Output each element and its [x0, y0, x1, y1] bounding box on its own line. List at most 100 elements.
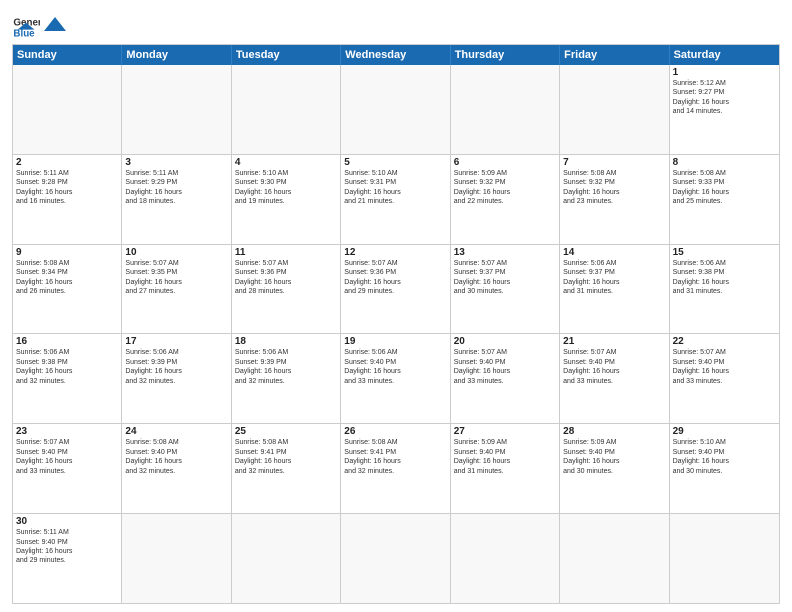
calendar-body: 1Sunrise: 5:12 AM Sunset: 9:27 PM Daylig… — [13, 65, 779, 603]
day-number: 13 — [454, 247, 556, 258]
logo: General Blue — [12, 10, 68, 38]
cal-cell-r1-c1: 3Sunrise: 5:11 AM Sunset: 9:29 PM Daylig… — [122, 155, 231, 244]
day-number: 12 — [344, 247, 446, 258]
day-info: Sunrise: 5:10 AM Sunset: 9:40 PM Dayligh… — [673, 438, 776, 476]
day-info: Sunrise: 5:07 AM Sunset: 9:40 PM Dayligh… — [454, 348, 556, 386]
calendar-row-5: 30Sunrise: 5:11 AM Sunset: 9:40 PM Dayli… — [13, 514, 779, 603]
day-info: Sunrise: 5:06 AM Sunset: 9:39 PM Dayligh… — [125, 348, 227, 386]
day-info: Sunrise: 5:11 AM Sunset: 9:29 PM Dayligh… — [125, 169, 227, 207]
day-number: 8 — [673, 157, 776, 168]
day-info: Sunrise: 5:08 AM Sunset: 9:41 PM Dayligh… — [344, 438, 446, 476]
cal-cell-r5-c6 — [670, 514, 779, 603]
cal-cell-r1-c4: 6Sunrise: 5:09 AM Sunset: 9:32 PM Daylig… — [451, 155, 560, 244]
day-info: Sunrise: 5:07 AM Sunset: 9:36 PM Dayligh… — [344, 259, 446, 297]
cal-cell-r5-c2 — [232, 514, 341, 603]
cal-cell-r0-c4 — [451, 65, 560, 154]
calendar-row-4: 23Sunrise: 5:07 AM Sunset: 9:40 PM Dayli… — [13, 424, 779, 514]
cal-cell-r2-c5: 14Sunrise: 5:06 AM Sunset: 9:37 PM Dayli… — [560, 245, 669, 334]
cal-cell-r1-c2: 4Sunrise: 5:10 AM Sunset: 9:30 PM Daylig… — [232, 155, 341, 244]
day-info: Sunrise: 5:11 AM Sunset: 9:28 PM Dayligh… — [16, 169, 118, 207]
header: General Blue — [12, 10, 780, 38]
day-number: 28 — [563, 426, 665, 437]
cal-cell-r2-c4: 13Sunrise: 5:07 AM Sunset: 9:37 PM Dayli… — [451, 245, 560, 334]
day-info: Sunrise: 5:06 AM Sunset: 9:37 PM Dayligh… — [563, 259, 665, 297]
cal-cell-r0-c2 — [232, 65, 341, 154]
day-number: 19 — [344, 336, 446, 347]
day-info: Sunrise: 5:08 AM Sunset: 9:32 PM Dayligh… — [563, 169, 665, 207]
day-number: 3 — [125, 157, 227, 168]
day-info: Sunrise: 5:09 AM Sunset: 9:40 PM Dayligh… — [563, 438, 665, 476]
day-info: Sunrise: 5:11 AM Sunset: 9:40 PM Dayligh… — [16, 528, 118, 566]
day-info: Sunrise: 5:07 AM Sunset: 9:40 PM Dayligh… — [563, 348, 665, 386]
day-number: 27 — [454, 426, 556, 437]
day-info: Sunrise: 5:08 AM Sunset: 9:41 PM Dayligh… — [235, 438, 337, 476]
cal-cell-r4-c6: 29Sunrise: 5:10 AM Sunset: 9:40 PM Dayli… — [670, 424, 779, 513]
cal-cell-r0-c5 — [560, 65, 669, 154]
cal-cell-r1-c3: 5Sunrise: 5:10 AM Sunset: 9:31 PM Daylig… — [341, 155, 450, 244]
cal-cell-r0-c1 — [122, 65, 231, 154]
day-info: Sunrise: 5:08 AM Sunset: 9:33 PM Dayligh… — [673, 169, 776, 207]
calendar: SundayMondayTuesdayWednesdayThursdayFrid… — [12, 44, 780, 604]
cal-cell-r0-c0 — [13, 65, 122, 154]
day-number: 11 — [235, 247, 337, 258]
header-cell-thursday: Thursday — [451, 45, 560, 65]
cal-cell-r2-c2: 11Sunrise: 5:07 AM Sunset: 9:36 PM Dayli… — [232, 245, 341, 334]
cal-cell-r5-c0: 30Sunrise: 5:11 AM Sunset: 9:40 PM Dayli… — [13, 514, 122, 603]
cal-cell-r4-c1: 24Sunrise: 5:08 AM Sunset: 9:40 PM Dayli… — [122, 424, 231, 513]
cal-cell-r2-c6: 15Sunrise: 5:06 AM Sunset: 9:38 PM Dayli… — [670, 245, 779, 334]
cal-cell-r3-c3: 19Sunrise: 5:06 AM Sunset: 9:40 PM Dayli… — [341, 334, 450, 423]
day-number: 6 — [454, 157, 556, 168]
day-number: 10 — [125, 247, 227, 258]
day-number: 14 — [563, 247, 665, 258]
header-cell-wednesday: Wednesday — [341, 45, 450, 65]
day-info: Sunrise: 5:08 AM Sunset: 9:40 PM Dayligh… — [125, 438, 227, 476]
day-number: 4 — [235, 157, 337, 168]
day-info: Sunrise: 5:09 AM Sunset: 9:32 PM Dayligh… — [454, 169, 556, 207]
day-info: Sunrise: 5:06 AM Sunset: 9:39 PM Dayligh… — [235, 348, 337, 386]
day-number: 29 — [673, 426, 776, 437]
cal-cell-r3-c5: 21Sunrise: 5:07 AM Sunset: 9:40 PM Dayli… — [560, 334, 669, 423]
cal-cell-r3-c1: 17Sunrise: 5:06 AM Sunset: 9:39 PM Dayli… — [122, 334, 231, 423]
day-info: Sunrise: 5:10 AM Sunset: 9:31 PM Dayligh… — [344, 169, 446, 207]
day-info: Sunrise: 5:06 AM Sunset: 9:38 PM Dayligh… — [673, 259, 776, 297]
cal-cell-r4-c3: 26Sunrise: 5:08 AM Sunset: 9:41 PM Dayli… — [341, 424, 450, 513]
page: General Blue SundayMondayTuesdayWednesda… — [0, 0, 792, 612]
day-number: 20 — [454, 336, 556, 347]
day-number: 2 — [16, 157, 118, 168]
day-number: 24 — [125, 426, 227, 437]
logo-icon: General Blue — [12, 10, 40, 38]
day-number: 15 — [673, 247, 776, 258]
day-info: Sunrise: 5:10 AM Sunset: 9:30 PM Dayligh… — [235, 169, 337, 207]
cal-cell-r0-c6: 1Sunrise: 5:12 AM Sunset: 9:27 PM Daylig… — [670, 65, 779, 154]
day-number: 30 — [16, 516, 118, 527]
day-info: Sunrise: 5:07 AM Sunset: 9:36 PM Dayligh… — [235, 259, 337, 297]
cal-cell-r3-c6: 22Sunrise: 5:07 AM Sunset: 9:40 PM Dayli… — [670, 334, 779, 423]
day-info: Sunrise: 5:09 AM Sunset: 9:40 PM Dayligh… — [454, 438, 556, 476]
day-number: 7 — [563, 157, 665, 168]
header-cell-saturday: Saturday — [670, 45, 779, 65]
day-number: 25 — [235, 426, 337, 437]
logo-triangle — [44, 17, 66, 31]
cal-cell-r4-c0: 23Sunrise: 5:07 AM Sunset: 9:40 PM Dayli… — [13, 424, 122, 513]
day-info: Sunrise: 5:07 AM Sunset: 9:37 PM Dayligh… — [454, 259, 556, 297]
day-number: 18 — [235, 336, 337, 347]
calendar-row-3: 16Sunrise: 5:06 AM Sunset: 9:38 PM Dayli… — [13, 334, 779, 424]
calendar-row-0: 1Sunrise: 5:12 AM Sunset: 9:27 PM Daylig… — [13, 65, 779, 155]
svg-text:Blue: Blue — [13, 29, 35, 38]
day-number: 23 — [16, 426, 118, 437]
cal-cell-r2-c0: 9Sunrise: 5:08 AM Sunset: 9:34 PM Daylig… — [13, 245, 122, 334]
day-info: Sunrise: 5:12 AM Sunset: 9:27 PM Dayligh… — [673, 79, 776, 117]
cal-cell-r1-c5: 7Sunrise: 5:08 AM Sunset: 9:32 PM Daylig… — [560, 155, 669, 244]
day-info: Sunrise: 5:08 AM Sunset: 9:34 PM Dayligh… — [16, 259, 118, 297]
day-number: 22 — [673, 336, 776, 347]
day-number: 16 — [16, 336, 118, 347]
cal-cell-r5-c5 — [560, 514, 669, 603]
cal-cell-r4-c4: 27Sunrise: 5:09 AM Sunset: 9:40 PM Dayli… — [451, 424, 560, 513]
cal-cell-r5-c4 — [451, 514, 560, 603]
cal-cell-r4-c2: 25Sunrise: 5:08 AM Sunset: 9:41 PM Dayli… — [232, 424, 341, 513]
cal-cell-r1-c0: 2Sunrise: 5:11 AM Sunset: 9:28 PM Daylig… — [13, 155, 122, 244]
cal-cell-r3-c0: 16Sunrise: 5:06 AM Sunset: 9:38 PM Dayli… — [13, 334, 122, 423]
header-cell-sunday: Sunday — [13, 45, 122, 65]
calendar-header-row: SundayMondayTuesdayWednesdayThursdayFrid… — [13, 45, 779, 65]
day-number: 5 — [344, 157, 446, 168]
